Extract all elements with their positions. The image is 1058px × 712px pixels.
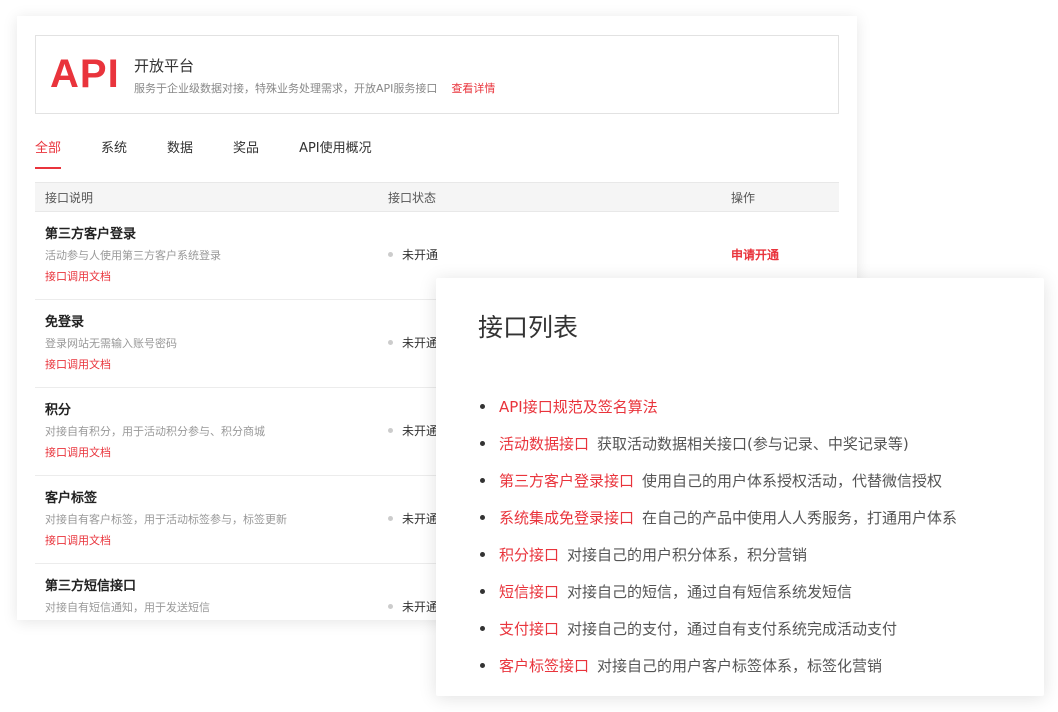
api-link-signature[interactable]: API接口规范及签名算法 [499,393,658,421]
row-description: 对接自有客户标签，用于活动标签参与，标签更新 [45,513,287,526]
status-text: 未开通 [402,248,439,262]
header-action: 操作 [731,191,756,205]
list-item: 短信接口 对接自己的短信，通过自有短信系统发短信 [480,573,957,610]
bullet-icon [480,626,485,631]
list-item: 活动数据接口 获取活动数据相关接口(参与记录、中奖记录等) [480,425,957,462]
row-status: 未开通 [388,335,438,351]
list-item: API接口规范及签名算法 [480,388,957,425]
apply-activate-button[interactable]: 申请开通 [731,247,779,263]
row-description: 对接自有积分，用于活动积分参与、积分商城 [45,425,265,438]
status-dot-icon [388,428,393,433]
status-text: 未开通 [402,512,439,526]
api-link-points[interactable]: 积分接口 [499,541,559,569]
bullet-icon [480,663,485,668]
api-link-third-party-login[interactable]: 第三方客户登录接口 [499,467,634,495]
header-status: 接口状态 [388,191,437,205]
tab-data[interactable]: 数据 [167,139,193,169]
banner-description: 服务于企业级数据对接，特殊业务处理需求，开放API服务接口 查看详情 [134,81,495,97]
api-link-sms[interactable]: 短信接口 [499,578,559,606]
api-description: 在自己的产品中使用人人秀服务，打通用户体系 [642,508,958,527]
api-link-sso[interactable]: 系统集成免登录接口 [499,504,634,532]
banner-title: 开放平台 [134,57,195,75]
status-text: 未开通 [402,600,439,614]
banner-desc-text: 服务于企业级数据对接，特殊业务处理需求，开放API服务接口 [134,82,438,95]
row-description: 活动参与人使用第三方客户系统登录 [45,249,221,262]
bullet-icon [480,515,485,520]
api-description: 对接自己的用户积分体系，积分营销 [567,545,808,564]
table-header: 接口说明 接口状态 操作 [35,182,839,212]
api-description: 使用自己的用户体系授权活动，代替微信授权 [642,471,943,490]
status-dot-icon [388,340,393,345]
api-description: 对接自己的支付，通过自有支付系统完成活动支付 [567,619,898,638]
api-doc-link[interactable]: 接口调用文档 [45,533,111,549]
row-name: 第三方客户登录 [45,227,137,242]
row-name: 免登录 [45,315,85,330]
api-description: 对接自己的用户客户标签体系，标签化营销 [597,656,883,675]
status-text: 未开通 [402,336,439,350]
row-name: 第三方短信接口 [45,579,137,594]
row-name: 客户标签 [45,491,98,506]
tab-all[interactable]: 全部 [35,139,62,169]
api-link-customer-tags[interactable]: 客户标签接口 [499,652,589,680]
list-item: 客户标签接口 对接自己的用户客户标签体系，标签化营销 [480,647,957,684]
status-dot-icon [388,252,393,257]
tab-system[interactable]: 系统 [101,139,127,169]
list-item: 积分接口 对接自己的用户积分体系，积分营销 [480,536,957,573]
row-description: 登录网站无需输入账号密码 [45,337,177,350]
api-logo: API [50,52,120,96]
row-status: 未开通 [388,599,438,615]
bullet-icon [480,589,485,594]
category-tabs: 全部 系统 数据 奖品 API使用概况 [35,139,412,169]
bullet-icon [480,441,485,446]
tab-prize[interactable]: 奖品 [233,139,259,169]
bullet-icon [480,478,485,483]
list-item: 第三方客户登录接口 使用自己的用户体系授权活动，代替微信授权 [480,462,957,499]
tab-api-usage[interactable]: API使用概况 [299,139,372,169]
api-list-card: 接口列表 API接口规范及签名算法 活动数据接口 获取活动数据相关接口(参与记录、… [436,278,1044,696]
api-list: API接口规范及签名算法 活动数据接口 获取活动数据相关接口(参与记录、中奖记录等… [480,388,957,684]
bullet-icon [480,404,485,409]
status-dot-icon [388,604,393,609]
api-description: 获取活动数据相关接口(参与记录、中奖记录等) [597,434,909,453]
row-status: 未开通 [388,247,438,263]
api-link-activity-data[interactable]: 活动数据接口 [499,430,589,458]
list-item: 支付接口 对接自己的支付，通过自有支付系统完成活动支付 [480,610,957,647]
api-description: 对接自己的短信，通过自有短信系统发短信 [567,582,853,601]
row-description: 对接自有短信通知，用于发送短信 [45,601,210,614]
row-status: 未开通 [388,511,438,527]
list-item: 系统集成免登录接口 在自己的产品中使用人人秀服务，打通用户体系 [480,499,957,536]
api-doc-link[interactable]: 接口调用文档 [45,445,111,461]
row-name: 积分 [45,403,72,418]
api-doc-link[interactable]: 接口调用文档 [45,269,111,285]
status-text: 未开通 [402,424,439,438]
view-details-link[interactable]: 查看详情 [451,82,495,95]
api-doc-link[interactable]: 接口调用文档 [45,357,111,373]
api-list-title: 接口列表 [478,313,579,342]
row-status: 未开通 [388,423,438,439]
header-description: 接口说明 [45,191,94,205]
api-link-payment[interactable]: 支付接口 [499,615,559,643]
platform-banner: API 开放平台 服务于企业级数据对接，特殊业务处理需求，开放API服务接口 查看… [35,35,839,114]
status-dot-icon [388,516,393,521]
bullet-icon [480,552,485,557]
